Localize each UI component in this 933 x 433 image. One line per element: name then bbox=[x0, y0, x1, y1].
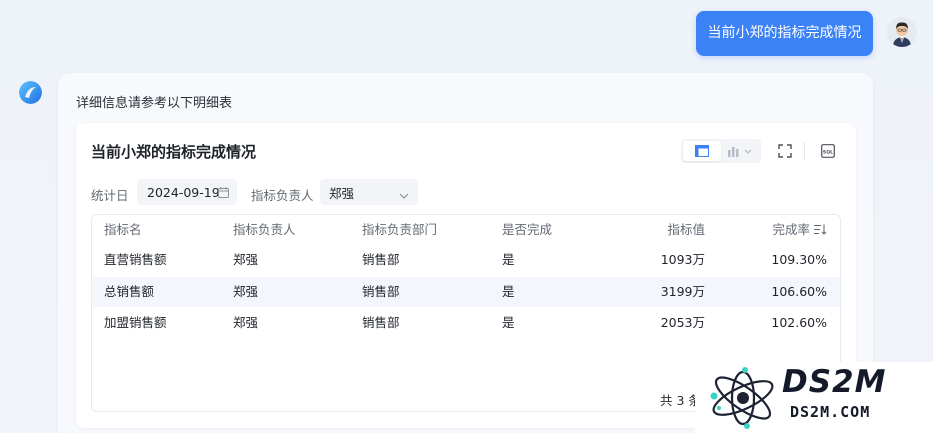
chevron-down-icon bbox=[399, 188, 409, 203]
table-row[interactable]: 直营销售额 郑强 销售部 是 1093万 109.30% bbox=[92, 245, 840, 275]
table-cell: 郑强 bbox=[233, 315, 259, 330]
owner-value: 郑强 bbox=[329, 185, 355, 201]
bot-logo-icon bbox=[19, 81, 42, 104]
table-cell: 1093万 bbox=[660, 252, 705, 267]
table-row[interactable]: 加盟销售额 郑强 销售部 是 2053万 102.60% bbox=[92, 308, 840, 338]
table-view-icon[interactable] bbox=[683, 141, 721, 161]
svg-text:SQL: SQL bbox=[823, 149, 833, 155]
column-header: 指标负责人 bbox=[233, 222, 296, 237]
sort-icon[interactable] bbox=[814, 216, 827, 246]
table-cell: 销售部 bbox=[362, 284, 400, 299]
table-cell: 109.30% bbox=[771, 252, 827, 267]
column-header: 指标值 bbox=[667, 222, 705, 237]
column-header: 指标名 bbox=[104, 222, 142, 237]
table-cell: 102.60% bbox=[771, 315, 827, 330]
column-header-completion-rate[interactable]: 完成率 bbox=[772, 215, 827, 245]
column-header: 是否完成 bbox=[502, 222, 553, 237]
chart-view-icon[interactable] bbox=[721, 141, 759, 161]
table-cell: 2053万 bbox=[660, 315, 705, 330]
table-cell: 直营销售额 bbox=[104, 252, 167, 267]
table-cell: 是 bbox=[502, 284, 515, 299]
column-header-label: 完成率 bbox=[772, 222, 810, 237]
table-cell: 加盟销售额 bbox=[104, 315, 167, 330]
watermark-logo: DS2M bbox=[782, 364, 887, 400]
table-cell: 总销售额 bbox=[104, 284, 155, 299]
calendar-icon bbox=[218, 186, 229, 201]
fullscreen-icon[interactable] bbox=[776, 142, 794, 160]
column-header: 指标负责部门 bbox=[362, 222, 438, 237]
sql-icon[interactable]: SQL bbox=[819, 142, 837, 160]
table-title: 当前小郑的指标完成情况 bbox=[91, 143, 257, 161]
table-header-row: 指标名 指标负责人 指标负责部门 是否完成 指标值 完成率 bbox=[92, 215, 840, 245]
reply-intro-text: 详细信息请参考以下明细表 bbox=[76, 96, 233, 111]
table-cell: 3199万 bbox=[660, 284, 705, 299]
owner-select[interactable]: 郑强 bbox=[320, 179, 418, 205]
table-cell: 是 bbox=[502, 315, 515, 330]
table-cell: 销售部 bbox=[362, 252, 400, 267]
table-cell: 郑强 bbox=[233, 252, 259, 267]
table-cell: 郑强 bbox=[233, 284, 259, 299]
table-cell: 106.60% bbox=[771, 284, 827, 299]
date-picker[interactable]: 2024-09-19 bbox=[137, 179, 237, 205]
view-toggle bbox=[681, 139, 761, 163]
date-filter-label: 统计日 bbox=[91, 188, 129, 203]
table-cell: 是 bbox=[502, 252, 515, 267]
owner-filter-label: 指标负责人 bbox=[251, 188, 314, 203]
watermark-atom-icon bbox=[710, 367, 774, 429]
toolbar-divider bbox=[804, 142, 805, 160]
user-message-bubble: 当前小郑的指标完成情况 bbox=[696, 11, 873, 56]
user-avatar-icon bbox=[887, 17, 917, 47]
watermark-site: DS2M.COM bbox=[790, 403, 871, 421]
table-row[interactable]: 总销售额 郑强 销售部 是 3199万 106.60% bbox=[92, 277, 840, 307]
table-cell: 销售部 bbox=[362, 315, 400, 330]
date-value: 2024-09-19 bbox=[147, 184, 220, 200]
